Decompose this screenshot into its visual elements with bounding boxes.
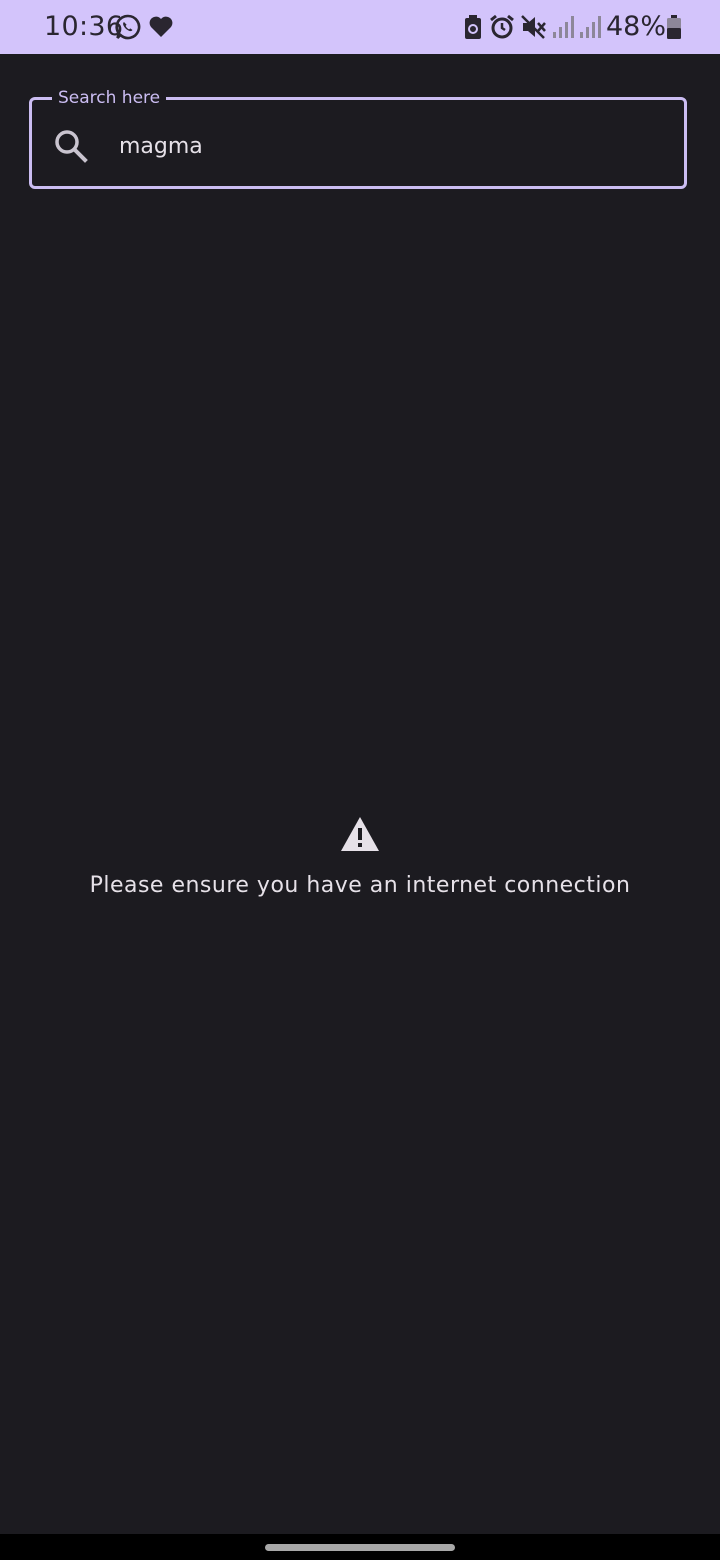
signal-icon [549, 12, 577, 42]
status-bar: 10:36 48% [0, 0, 720, 54]
warning-icon [341, 817, 379, 851]
navigation-bar [0, 1534, 720, 1560]
empty-state: Please ensure you have an internet conne… [0, 815, 720, 901]
mute-icon [519, 12, 547, 42]
home-gesture-handle[interactable] [265, 1544, 455, 1551]
whatsapp-icon [114, 12, 142, 42]
search-field[interactable]: Search here [29, 86, 687, 189]
search-label: Search here [52, 86, 167, 110]
battery-percentage: 48% [606, 11, 667, 42]
signal-icon [576, 12, 604, 42]
status-time: 10:36 [44, 11, 124, 42]
recycle-battery-icon [459, 12, 487, 42]
connection-error-message: Please ensure you have an internet conne… [89, 873, 631, 898]
heart-icon [147, 12, 175, 42]
search-input[interactable] [119, 126, 659, 166]
search-icon [53, 128, 89, 164]
battery-icon [660, 12, 688, 42]
alarm-icon [488, 12, 516, 42]
